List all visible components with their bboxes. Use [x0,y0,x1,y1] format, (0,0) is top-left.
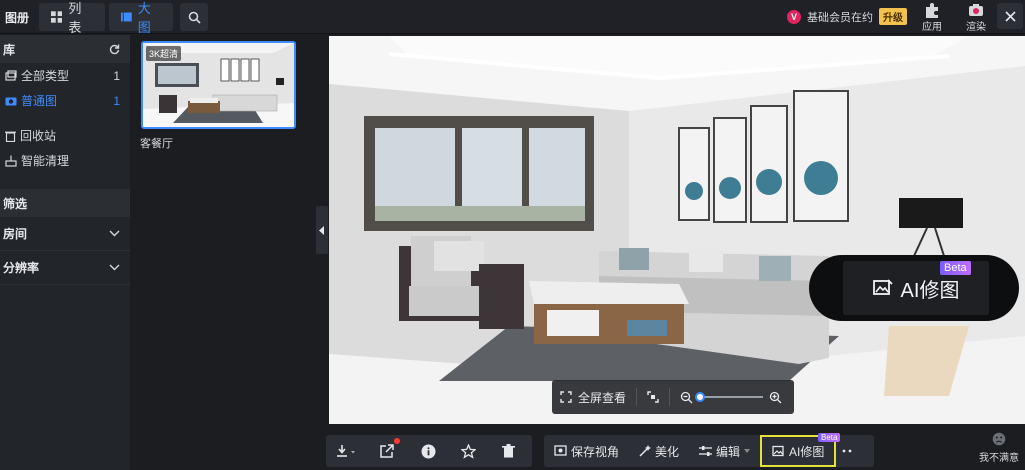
magic-wand-icon [639,445,652,457]
sidebar-item-label: 普通图 [21,94,58,108]
bottom-toolbar: 保存视角 美化 编辑 AI修图 [314,424,1025,470]
sidebar-item-smart-clean[interactable]: 智能清理 [0,148,130,173]
zoom-slider-handle[interactable] [695,392,706,402]
camera-icon [5,97,17,106]
view-list-button[interactable]: 列表 [39,1,105,35]
ai-image-icon [872,279,893,295]
view-big-label: 大图 [137,1,151,35]
save-view-label: 保存视角 [571,444,620,459]
collapse-left-button[interactable] [316,206,328,254]
edit-button[interactable]: 编辑 [689,435,760,467]
app-title: 图册 [5,11,30,25]
favorite-button[interactable] [448,435,488,467]
refresh-icon[interactable] [109,44,120,55]
chevron-left-icon [319,225,324,235]
sidebar-item-recycle[interactable]: 回收站 [0,123,130,148]
puzzle-icon [926,3,938,18]
member-status[interactable]: V 基础会员在约 升级 [787,8,907,25]
share-button[interactable] [366,435,408,467]
edit-label: 编辑 [716,444,741,459]
download-icon [337,445,355,457]
sidebar-item-all-types[interactable]: 全部类型 1 [0,63,130,88]
filter-header: 筛选 [0,189,130,217]
grid-icon [51,11,63,23]
file-actions [326,435,532,467]
share-icon [380,444,394,458]
camera-icon [969,4,983,16]
zoom-slider[interactable] [695,392,764,402]
member-text: 基础会员在约 [807,11,873,24]
library-header: 库 [0,35,130,63]
thumbnail-living-room[interactable]: 3K超清 [141,41,296,129]
render-label: 渲染 [966,22,986,33]
top-bar: 图册 列表 大图 V 基础会员在约 升级 应用 渲染 [0,0,1025,35]
close-icon [1004,10,1016,22]
sidebar-item-count: 1 [113,93,120,108]
beautify-button[interactable]: 美化 [629,435,689,467]
sidebar-item-count: 1 [113,68,120,83]
fit-screen-icon[interactable] [647,391,659,403]
sidebar-item-normal[interactable]: 普通图 1 [0,88,130,113]
search-icon [188,11,201,24]
info-icon [421,444,435,458]
download-button[interactable] [326,435,366,467]
upgrade-badge[interactable]: 升级 [879,8,907,25]
close-button[interactable] [997,3,1023,29]
more-icon [842,449,852,453]
thumbnail-column: 3K超清 客餐厅 [131,35,314,470]
filter-room[interactable]: 房间 [0,217,130,251]
resolution-badge: 3K超清 [146,46,182,61]
thumbnail-label: 客餐厅 [140,138,173,150]
beta-badge: Beta [940,261,971,275]
sad-face-icon [992,432,1006,446]
ai-callout-label: AI修图 [900,279,960,302]
sidebar-item-label: 全部类型 [21,69,70,83]
view-big-button[interactable]: 大图 [109,1,173,35]
save-view-icon [554,445,567,456]
beta-badge-small: Beta [818,433,841,442]
sidebar-item-label: 回收站 [20,129,57,143]
ai-image-icon [772,445,784,457]
filter-resolution-label: 分辨率 [3,261,40,275]
fullscreen-icon [560,391,572,403]
filter-room-label: 房间 [3,227,28,241]
beautify-label: 美化 [655,444,680,459]
caret-down-icon [744,449,751,453]
notification-dot [394,438,400,444]
sliders-icon [699,446,713,456]
layers-icon [5,69,17,81]
chevron-down-icon [109,264,120,271]
unsatisfied-label: 我不满意 [979,453,1019,464]
big-image-icon [121,12,132,22]
zoom-in-icon[interactable] [769,391,782,404]
apps-label: 应用 [922,22,942,33]
delete-button[interactable] [488,435,528,467]
trash-icon [5,131,16,142]
broom-icon [5,155,17,167]
apps-button[interactable]: 应用 [917,2,947,33]
ai-retouch-label: AI修图 [789,444,825,459]
room-render [329,36,1025,424]
search-button[interactable] [180,3,208,31]
view-list-label: 列表 [68,1,82,35]
fullscreen-zoom-bar: 全屏查看 [552,380,794,414]
zoom-out-icon[interactable] [680,391,693,404]
unsatisfied-button[interactable]: 我不满意 [975,432,1023,464]
library-title: 库 [3,42,16,57]
sidebar: 库 全部类型 1 普通图 1 回收站 智能清理 筛选 房间 分辨率 [0,35,130,470]
chevron-down-icon [109,230,120,237]
fullscreen-button[interactable]: 全屏查看 [578,389,626,406]
save-view-button[interactable]: 保存视角 [544,435,629,467]
trash-icon [501,444,515,458]
filter-resolution[interactable]: 分辨率 [0,251,130,285]
image-viewer[interactable] [329,36,1025,424]
info-button[interactable] [408,435,448,467]
sidebar-item-label: 智能清理 [21,154,70,168]
vip-icon: V [787,9,801,24]
render-button[interactable]: 渲染 [961,2,991,33]
star-icon [460,443,476,459]
